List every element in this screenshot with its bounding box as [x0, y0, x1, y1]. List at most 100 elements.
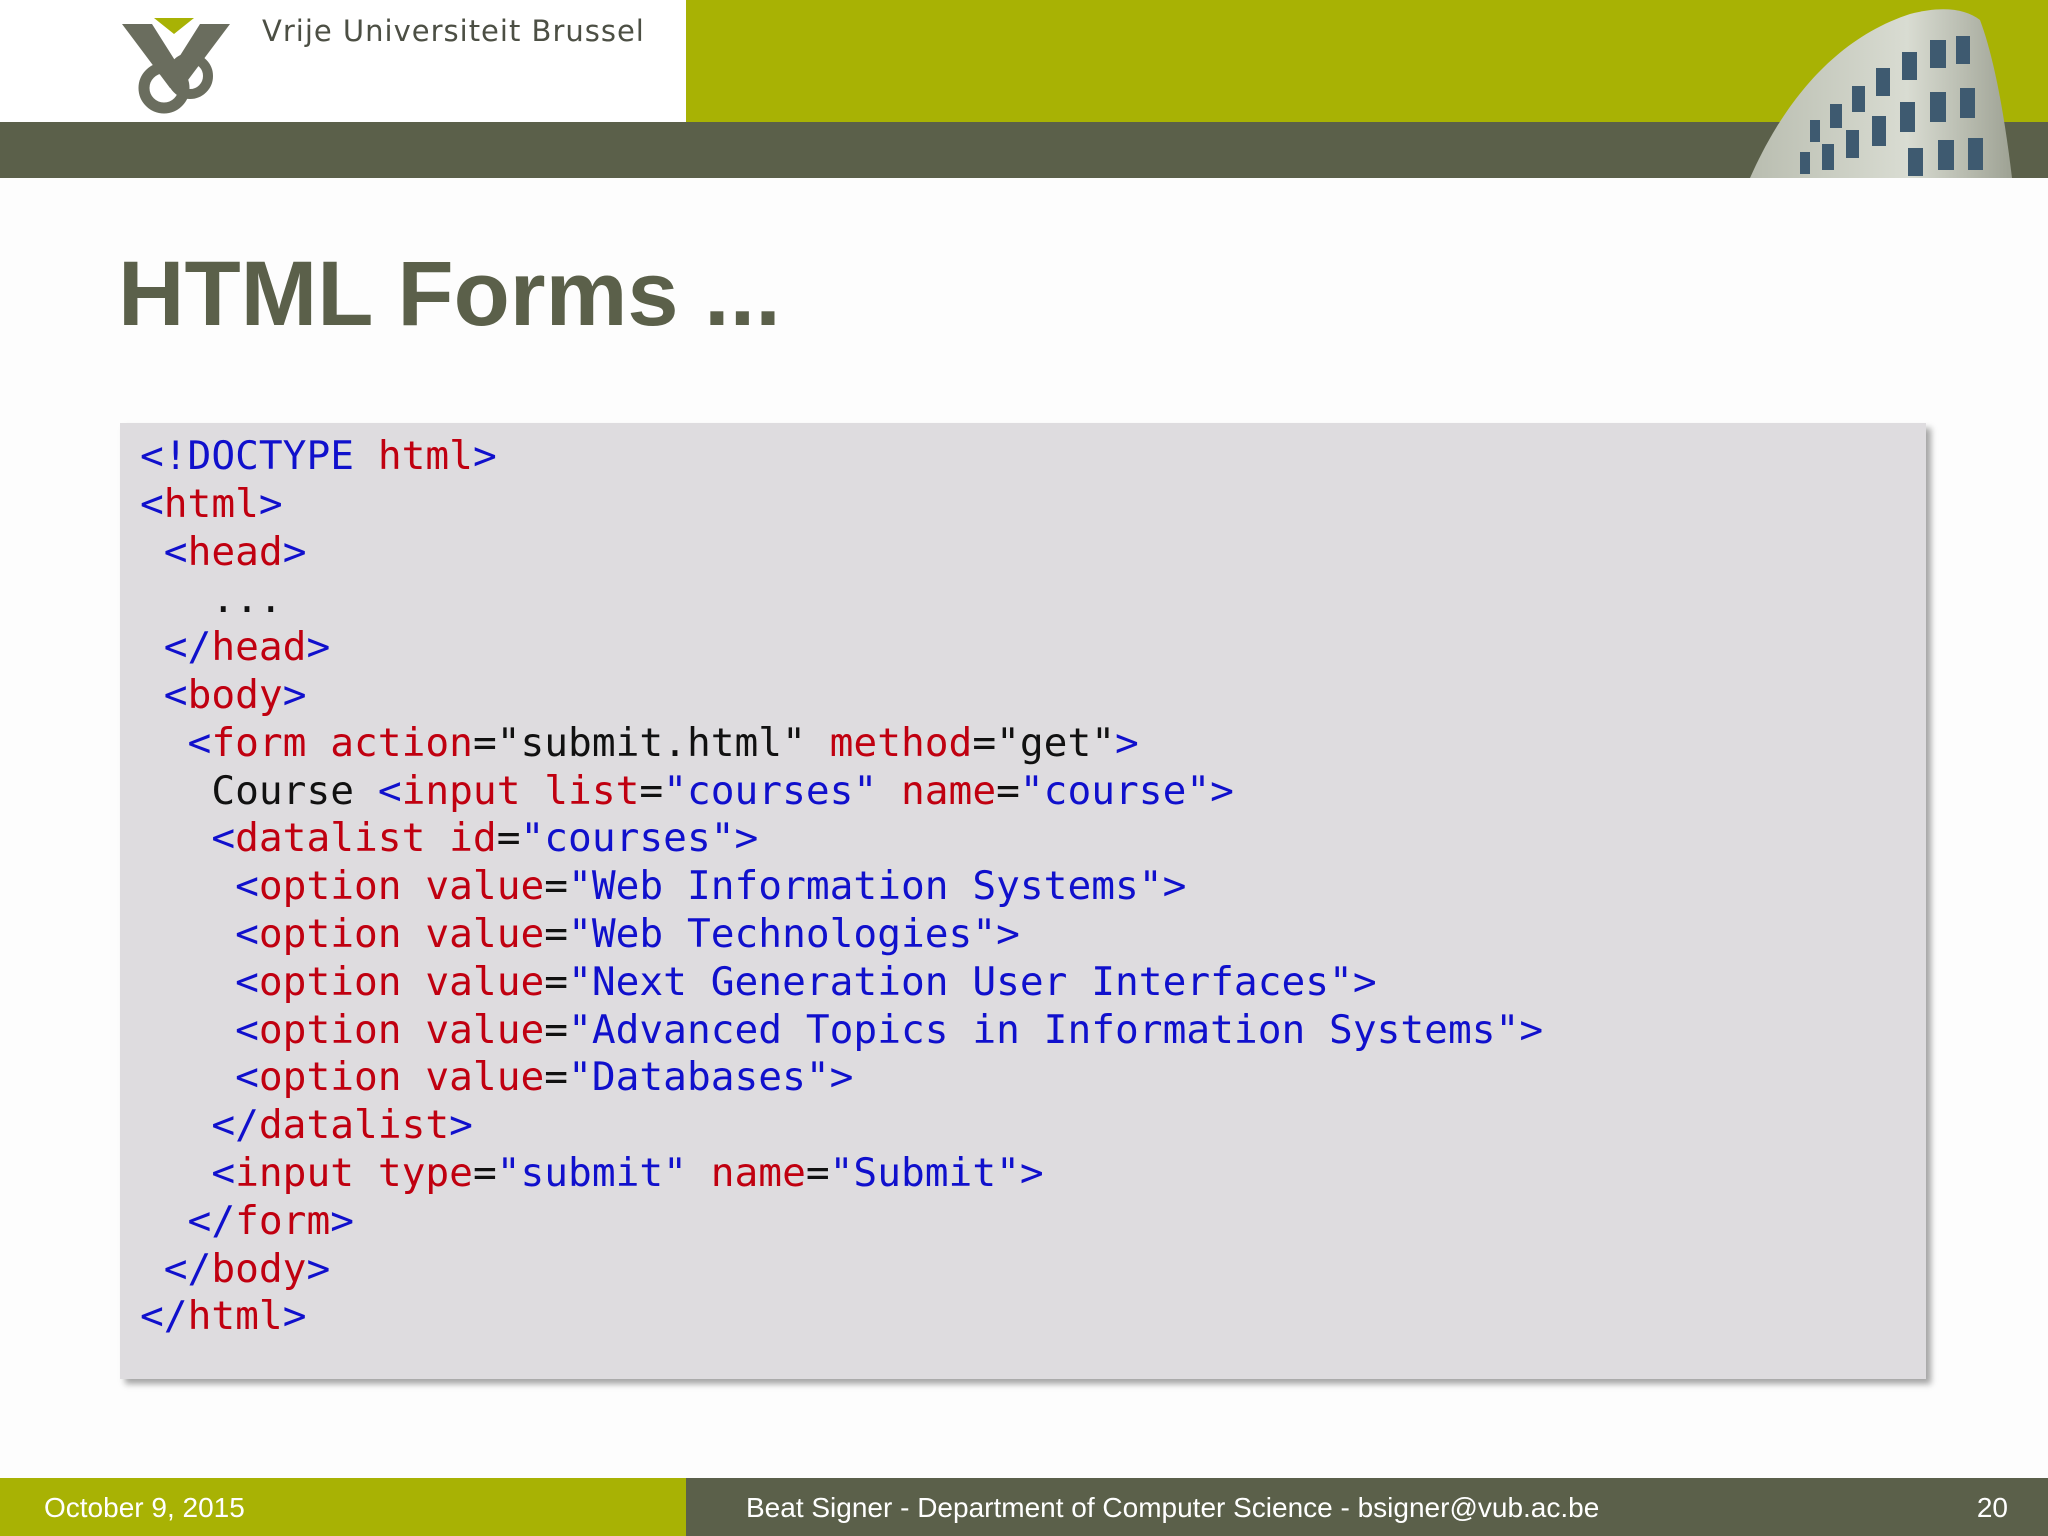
code-token: value: [425, 958, 545, 1005]
code-token: <!DOCTYPE: [140, 433, 378, 479]
code-token: <: [377, 767, 402, 814]
code-token: >: [330, 1197, 355, 1244]
code-token: value: [425, 1054, 545, 1101]
footer-author: Beat Signer - Department of Computer Sci…: [746, 1492, 1600, 1523]
code-token: input: [401, 767, 545, 814]
code-token: value: [425, 1006, 545, 1053]
code-token: <: [140, 863, 259, 910]
code-token: <: [140, 910, 259, 957]
code-token: >: [734, 815, 759, 862]
code-token: >: [1162, 863, 1187, 910]
code-token: "submit": [496, 1149, 711, 1196]
code-token: value: [425, 910, 545, 957]
code-token: >: [282, 528, 307, 575]
code-token: option: [258, 1006, 426, 1053]
code-token: <: [140, 815, 236, 862]
footer-date: October 9, 2015: [44, 1492, 245, 1523]
code-token: input: [235, 1149, 378, 1196]
code-token: "Advanced Topics in Information Systems": [568, 1006, 1520, 1053]
code-token: "Next Generation User Interfaces": [568, 958, 1353, 1005]
code-line: <option value="Databases">: [140, 1054, 1543, 1102]
code-token: =: [805, 1149, 830, 1196]
code-token: "Databases": [568, 1054, 830, 1101]
code-line: </body>: [140, 1246, 1543, 1294]
code-token: >: [1210, 767, 1234, 814]
code-line: Course <input list="courses" name="cours…: [140, 768, 1543, 816]
code-token: html: [377, 433, 473, 479]
code-token: =: [544, 958, 569, 1005]
building-photo: [1750, 9, 2012, 178]
code-token: head: [187, 528, 283, 575]
code-token: >: [306, 1245, 331, 1292]
code-line: <form action="submit.html" method="get">: [140, 720, 1543, 768]
code-token: value: [425, 863, 545, 910]
code-token: datalist: [258, 1102, 450, 1149]
code-token: "Web Information Systems": [568, 863, 1163, 910]
code-token: html: [187, 1293, 283, 1340]
code-token: >: [1019, 1149, 1044, 1196]
code-token: <: [140, 719, 212, 766]
code-line: ...: [140, 576, 1543, 624]
code-line: <html>: [140, 481, 1543, 529]
code-token: >: [449, 1102, 473, 1149]
code-token: "courses": [520, 815, 735, 862]
code-token: <: [140, 1006, 259, 1053]
code-line: <option value="Web Information Systems">: [140, 863, 1543, 911]
code-token: =: [496, 815, 521, 862]
code-token: </: [140, 624, 212, 671]
code-token: <: [140, 958, 259, 1005]
code-token: Course: [140, 767, 378, 814]
code-token: option: [258, 863, 426, 910]
code-token: "course": [1019, 767, 1211, 814]
code-token: "Submit": [829, 1149, 1020, 1196]
code-token: ="submit.html": [472, 719, 830, 766]
code-token: =: [996, 767, 1020, 814]
code-token: >: [306, 624, 331, 671]
code-line: <datalist id="courses">: [140, 815, 1543, 863]
code-token: action: [330, 719, 473, 766]
code-listing: <!DOCTYPE html> <html> <head> ... </head>…: [140, 433, 1543, 1341]
code-line: <input type="submit" name="Submit">: [140, 1150, 1543, 1198]
code-token: list: [544, 767, 640, 814]
code-token: method: [829, 719, 973, 766]
code-token: datalist: [235, 815, 450, 862]
code-token: >: [472, 433, 497, 479]
code-token: id: [449, 815, 497, 862]
code-token: body: [211, 1245, 307, 1292]
code-token: =: [472, 1149, 497, 1196]
code-token: ="get": [972, 719, 1116, 766]
code-token: "courses": [663, 767, 901, 814]
code-token: html: [163, 480, 259, 527]
code-token: ...: [140, 576, 283, 623]
code-token: >: [282, 1293, 307, 1340]
code-token: >: [1519, 1006, 1544, 1053]
vub-logo-icon: [122, 18, 230, 114]
code-token: =: [544, 863, 569, 910]
code-token: </: [140, 1102, 259, 1149]
code-token: </: [140, 1245, 212, 1292]
code-token: option: [258, 1054, 426, 1101]
code-token: >: [1115, 719, 1139, 766]
code-line: <!DOCTYPE html>: [140, 433, 1543, 481]
code-line: </datalist>: [140, 1102, 1543, 1150]
code-line: <option value="Web Technologies">: [140, 911, 1543, 959]
code-token: head: [211, 624, 307, 671]
code-token: =: [544, 910, 569, 957]
code-token: =: [639, 767, 664, 814]
code-line: <head>: [140, 529, 1543, 577]
code-token: <: [140, 1054, 259, 1101]
code-line: </form>: [140, 1198, 1543, 1246]
code-token: name: [901, 767, 997, 814]
code-token: form: [235, 1197, 331, 1244]
code-token: name: [710, 1149, 806, 1196]
code-line: <body>: [140, 672, 1543, 720]
code-token: type: [377, 1149, 473, 1196]
code-token: <: [140, 671, 188, 718]
code-token: <: [140, 480, 164, 527]
page-number: 20: [1976, 1492, 2008, 1523]
code-line: </head>: [140, 624, 1543, 672]
slide-title: HTML Forms ...: [118, 243, 781, 345]
code-token: >: [829, 1054, 854, 1101]
code-token: option: [258, 958, 426, 1005]
code-token: </: [140, 1197, 236, 1244]
